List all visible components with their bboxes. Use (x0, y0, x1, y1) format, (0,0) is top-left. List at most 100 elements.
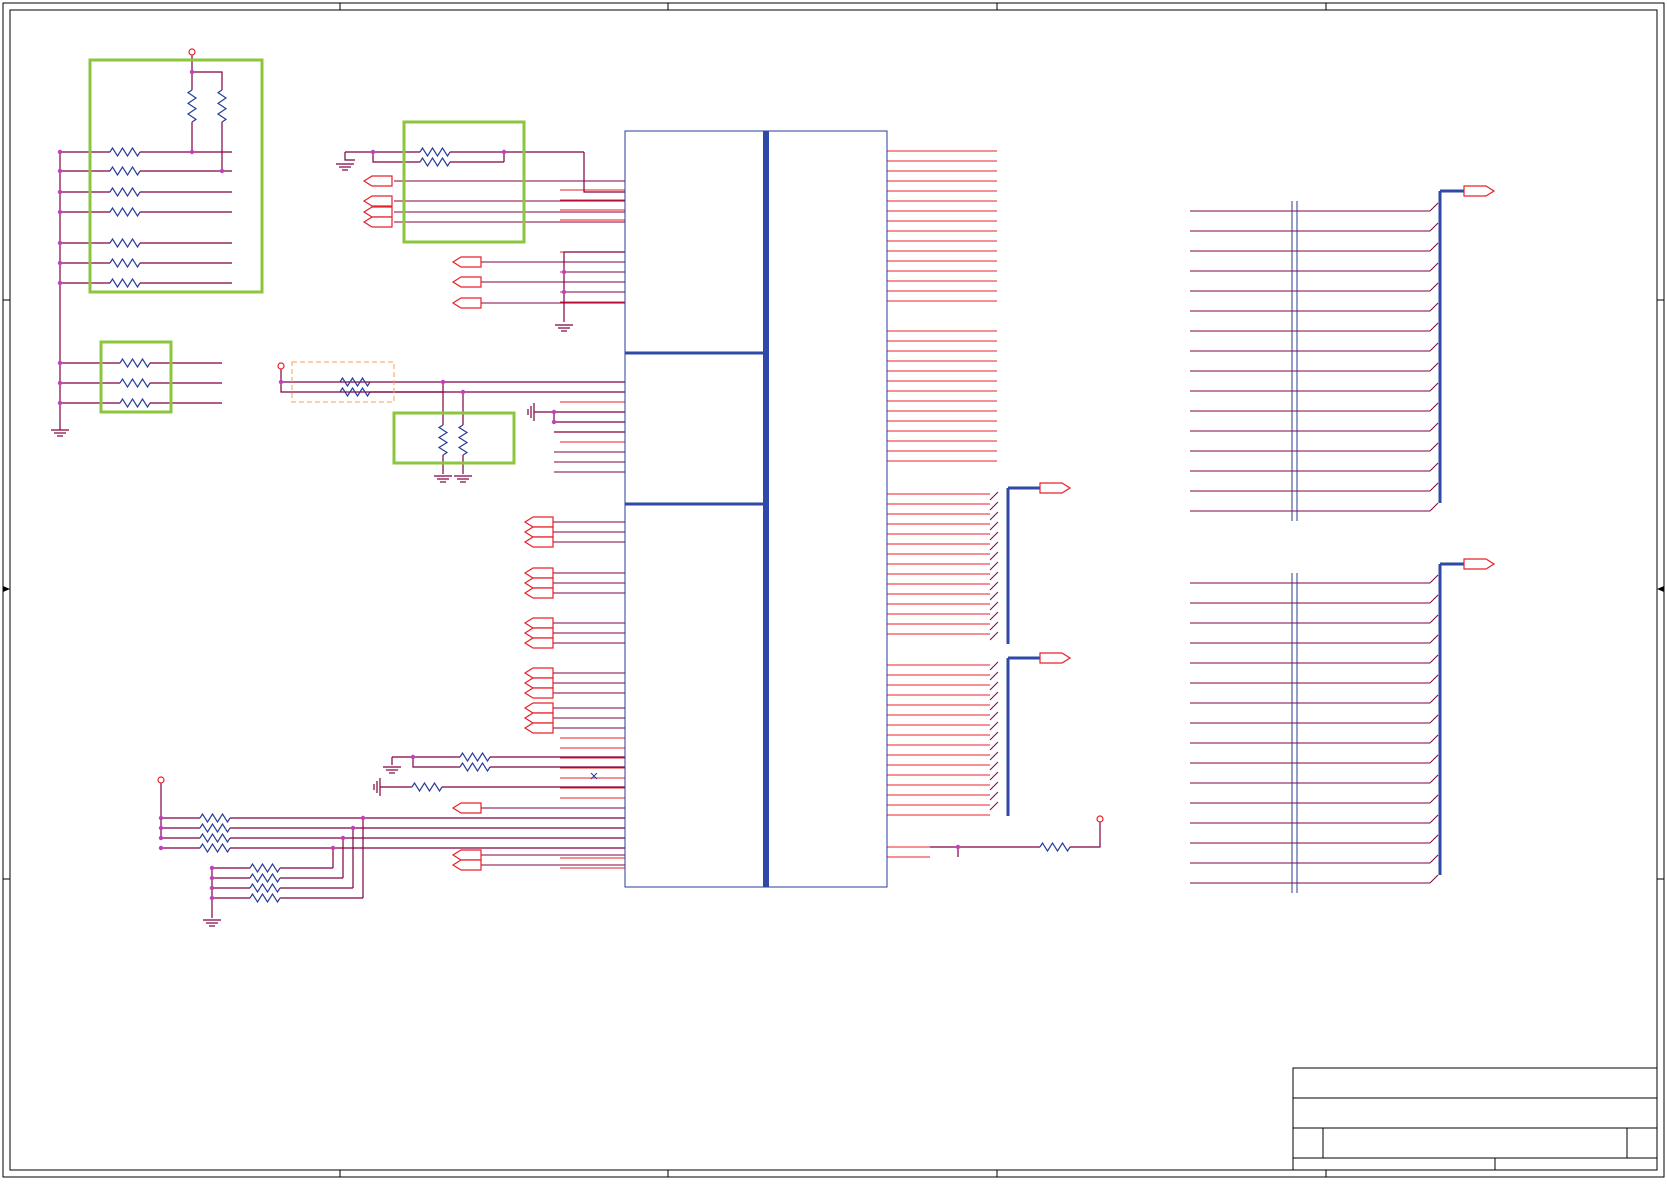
wire (1429, 834, 1439, 844)
wires (59, 55, 1464, 918)
junction-dot (57, 260, 63, 266)
components (51, 48, 1496, 927)
port-symbol (451, 297, 482, 309)
bus-entry (989, 561, 999, 571)
wire (1429, 674, 1439, 684)
port-symbol (362, 175, 393, 187)
wire (372, 152, 420, 163)
port-symbol (362, 216, 393, 228)
junction-dot (955, 844, 961, 850)
resistor (119, 357, 151, 369)
power-rail-symbol (157, 776, 165, 784)
junction-dot (189, 149, 195, 155)
ic-body (624, 130, 888, 888)
junction-dot (350, 825, 356, 831)
wire (1429, 202, 1439, 212)
bus-entry (989, 781, 999, 791)
zone-arrow (3, 586, 10, 592)
wire (1429, 342, 1439, 352)
junction-dot (57, 168, 63, 174)
power-rail-symbol (188, 48, 196, 56)
junction-dot (440, 379, 446, 385)
resistor (1039, 841, 1071, 853)
port-symbol (1463, 558, 1496, 570)
port-symbol (523, 627, 554, 639)
bus-entry (989, 741, 999, 751)
wire (1429, 594, 1439, 604)
bus-entry (989, 671, 999, 681)
port-symbol (523, 667, 554, 679)
bus-entry (989, 591, 999, 601)
port-symbol (451, 256, 482, 268)
resistor (109, 257, 141, 269)
schematic-canvas (2, 2, 1665, 1178)
junction-dot (57, 240, 63, 246)
junction-dot (209, 895, 215, 901)
junction-dot (57, 360, 63, 366)
port-symbol (523, 567, 554, 579)
junction-dot (158, 835, 164, 841)
resistor (199, 812, 231, 824)
resistor (199, 842, 231, 854)
junction-dot (57, 380, 63, 386)
sheet-frame (2, 2, 1665, 1178)
junction-dot (57, 209, 63, 215)
bus-entry (989, 771, 999, 781)
junction-dot (219, 168, 225, 174)
bus-entry (989, 491, 999, 501)
wire (1429, 734, 1439, 744)
bus-entry (989, 511, 999, 521)
title-block-border (1292, 1067, 1658, 1171)
junction-dot (57, 400, 63, 406)
junction-dot (158, 845, 164, 851)
port-symbol (1463, 185, 1496, 197)
resistor (119, 397, 151, 409)
wire (1429, 814, 1439, 824)
resistor (411, 781, 443, 793)
bus-entry (989, 541, 999, 551)
wire (1429, 874, 1439, 884)
wire (1429, 242, 1439, 252)
port-symbol (523, 722, 554, 734)
wire (412, 757, 460, 768)
junction-dot (551, 419, 557, 425)
junction-dot (551, 409, 557, 415)
port-symbol (451, 849, 482, 861)
resistor (249, 892, 281, 904)
wire (1429, 262, 1439, 272)
junction-dot (57, 149, 63, 155)
port-symbol (451, 276, 482, 288)
port-symbol (451, 802, 482, 814)
port-symbol (523, 687, 554, 699)
port-symbol (523, 526, 554, 538)
bus-entry (989, 501, 999, 511)
resistor (249, 872, 281, 884)
resistor (216, 89, 228, 123)
wire (1429, 694, 1439, 704)
junction-dot (209, 885, 215, 891)
resistor (249, 882, 281, 894)
port-symbol (1039, 482, 1072, 494)
wire (1429, 614, 1439, 624)
bus-entry (989, 521, 999, 531)
bus-entry (989, 661, 999, 671)
resistor (459, 751, 491, 763)
bus-entry (989, 621, 999, 631)
wire (1429, 402, 1439, 412)
port-symbol (523, 536, 554, 548)
junction-dot (330, 845, 336, 851)
bus-entry (989, 611, 999, 621)
resistor (437, 424, 449, 456)
bus-entry (989, 751, 999, 761)
wire (553, 412, 625, 423)
bus-entry (989, 691, 999, 701)
wire (1429, 574, 1439, 584)
junction-dot (410, 754, 416, 760)
junction-dot (501, 149, 507, 155)
wire (1429, 442, 1439, 452)
bus-entry (989, 721, 999, 731)
junction-dot (209, 875, 215, 881)
bus-entry (989, 681, 999, 691)
wire (1429, 654, 1439, 664)
junction-dot (278, 379, 284, 385)
